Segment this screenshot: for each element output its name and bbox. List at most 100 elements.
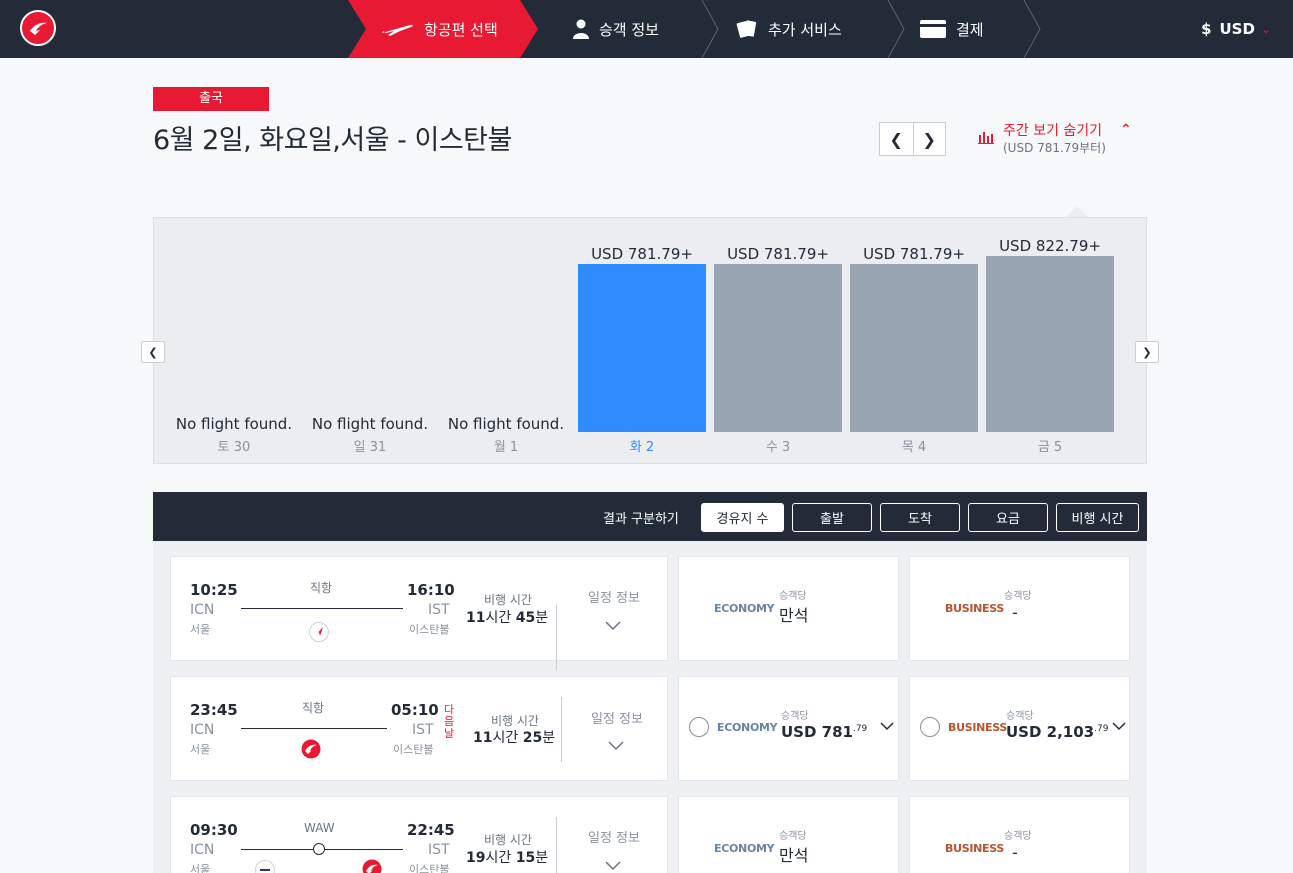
departure-code: ICN xyxy=(190,602,215,618)
chart-day-label: 토 30 xyxy=(217,440,251,455)
no-flight-label: No flight found. xyxy=(447,415,565,433)
route-line xyxy=(241,608,403,609)
per-passenger-label: 승객당 xyxy=(779,591,807,602)
duration-label: 비행 시간 xyxy=(484,833,532,847)
flight-row-2-business-fare[interactable]: BUSINESS 승객당 USD 2,103.79 xyxy=(909,676,1130,781)
step-passenger-info[interactable]: 승객 정보 xyxy=(573,0,659,58)
sort-by-arrival-button[interactable]: 도착 xyxy=(880,503,960,532)
chevron-down-icon[interactable] xyxy=(605,861,621,871)
step-payment[interactable]: 결제 xyxy=(920,0,984,58)
duration-label: 비행 시간 xyxy=(484,593,532,607)
sort-bar: 결과 구분하기 경유지 수 출발 도착 요금 비행 시간 xyxy=(153,492,1147,541)
arrival-city: 이스탄불 xyxy=(409,863,450,873)
chart-day-0[interactable]: No flight found. 토 30 xyxy=(170,218,298,465)
departure-city: 서울 xyxy=(190,623,211,636)
currency-selector[interactable]: $ USD ⌄ xyxy=(1201,0,1271,58)
divider xyxy=(556,605,557,670)
step-extra-services[interactable]: 추가 서비스 xyxy=(736,0,842,58)
flight-row-2-info[interactable]: 23:45 ICN 서울 직항 05:10 다음 날 IST 이스탄불 비행 시… xyxy=(170,676,668,781)
route-line xyxy=(241,728,387,729)
arrival-code: IST xyxy=(428,842,450,858)
no-flight-label: No flight found. xyxy=(175,415,293,433)
week-toggle-label: 주간 보기 숨기기 xyxy=(1003,123,1103,139)
chart-price-label: USD 781.79+ xyxy=(727,245,829,263)
ticket-icon xyxy=(736,19,758,39)
step-select-flight[interactable]: 항공편 선택 xyxy=(348,0,538,58)
chart-day-5[interactable]: USD 781.79+ 목 4 xyxy=(850,218,978,465)
date-nav: ❮ ❯ xyxy=(879,122,946,156)
flight-row-3-info[interactable]: 09:30 ICN 서울 WAW 22:45 IST 이스탄불 비행 시간 19… xyxy=(170,796,668,873)
dollar-icon: $ xyxy=(1201,20,1212,38)
divider xyxy=(556,817,557,873)
chart-day-1[interactable]: No flight found. 일 31 xyxy=(306,218,434,465)
step-label: 결제 xyxy=(956,20,984,39)
economy-label: ECONOMY xyxy=(717,721,778,734)
chart-price-label: USD 822.79+ xyxy=(999,237,1101,255)
stopover-airport: WAW xyxy=(304,821,335,835)
arrival-city: 이스탄불 xyxy=(409,623,450,636)
chart-bar[interactable] xyxy=(986,256,1114,432)
chart-day-label: 금 5 xyxy=(1037,440,1063,455)
chart-next-week-button[interactable]: ❯ xyxy=(1135,341,1159,363)
chevron-down-icon[interactable] xyxy=(1112,722,1126,731)
chart-day-6[interactable]: USD 822.79+ 금 5 xyxy=(986,218,1114,465)
next-day-button[interactable]: ❯ xyxy=(912,123,946,155)
step-label: 추가 서비스 xyxy=(768,20,842,39)
flight-row-1-economy-fare[interactable]: ECONOMY 승객당 만석 xyxy=(678,556,899,661)
sort-by-departure-button[interactable]: 출발 xyxy=(792,503,872,532)
turkish-airlines-logo-icon xyxy=(301,739,321,759)
chevron-down-icon[interactable] xyxy=(880,722,894,731)
flight-row-3-economy-fare[interactable]: ECONOMY 승객당 만석 xyxy=(678,796,899,873)
step-separator xyxy=(887,0,905,58)
divider xyxy=(561,697,562,762)
chart-price-label: USD 781.79+ xyxy=(863,245,965,263)
chevron-down-icon[interactable] xyxy=(608,741,624,751)
chart-day-4[interactable]: USD 781.79+ 수 3 xyxy=(714,218,842,465)
economy-price: USD 781.79 xyxy=(781,723,868,741)
fare-status: 만석 xyxy=(779,846,809,865)
chart-previous-week-button[interactable]: ❮ xyxy=(141,341,165,363)
flight-duration: 19시간 15분 xyxy=(466,850,549,866)
economy-label: ECONOMY xyxy=(714,842,775,855)
flight-row-2-economy-fare[interactable]: ECONOMY 승객당 USD 781.79 xyxy=(678,676,899,781)
departure-city: 서울 xyxy=(190,863,211,873)
per-passenger-label: 승객당 xyxy=(781,711,809,722)
fare-status: - xyxy=(1012,843,1018,862)
flight-duration: 11시간 45분 xyxy=(466,610,549,626)
chart-day-3[interactable]: USD 781.79+ 화 2 xyxy=(578,218,706,465)
chevron-left-icon: ❮ xyxy=(889,129,903,149)
sort-by-stops-button[interactable]: 경유지 수 xyxy=(701,503,784,532)
chart-day-2[interactable]: No flight found. 월 1 xyxy=(442,218,570,465)
chart-bar[interactable] xyxy=(714,264,842,432)
economy-fare-radio[interactable] xyxy=(689,717,709,737)
previous-day-button[interactable]: ❮ xyxy=(880,123,913,155)
next-day-indicator: 다음 날 xyxy=(444,703,455,740)
chevron-down-icon[interactable] xyxy=(605,621,621,631)
arrival-code: IST xyxy=(428,602,450,618)
chart-bar[interactable] xyxy=(850,264,978,432)
anadolujet-logo-icon xyxy=(309,622,329,642)
flight-row-1-info[interactable]: 10:25 ICN 서울 직항 16:10 IST 이스탄불 비행 시간 11시… xyxy=(170,556,668,670)
itinerary-details-label: 일정 정보 xyxy=(591,712,643,727)
fare-status: 만석 xyxy=(779,606,809,625)
business-label: BUSINESS xyxy=(945,842,1005,855)
route-type: 직항 xyxy=(310,581,333,595)
sort-by-duration-button[interactable]: 비행 시간 xyxy=(1056,503,1139,532)
weekly-price-chart: No flight found. 토 30 No flight found. 일 31… xyxy=(153,217,1147,464)
flight-row-3-business-fare[interactable]: BUSINESS 승객당 - xyxy=(909,796,1130,873)
lot-logo-icon xyxy=(255,860,275,873)
per-passenger-label: 승객당 xyxy=(1004,831,1032,842)
itinerary-details-label: 일정 정보 xyxy=(588,831,640,846)
chart-day-label: 일 31 xyxy=(353,440,387,455)
business-fare-radio[interactable] xyxy=(920,717,940,737)
flight-row-1-business-fare[interactable]: BUSINESS 승객당 - xyxy=(909,556,1130,661)
chevron-right-icon: ❯ xyxy=(922,129,936,149)
chart-bar[interactable] xyxy=(578,264,706,432)
arrival-code: IST xyxy=(412,722,434,738)
chevron-right-icon: ❯ xyxy=(1142,345,1152,359)
chart-day-label: 월 1 xyxy=(493,440,519,455)
chart-price-label: USD 781.79+ xyxy=(591,245,693,263)
turkish-airlines-logo-icon[interactable] xyxy=(20,10,56,46)
sort-by-fare-button[interactable]: 요금 xyxy=(968,503,1048,532)
departure-time: 09:30 xyxy=(190,821,238,839)
